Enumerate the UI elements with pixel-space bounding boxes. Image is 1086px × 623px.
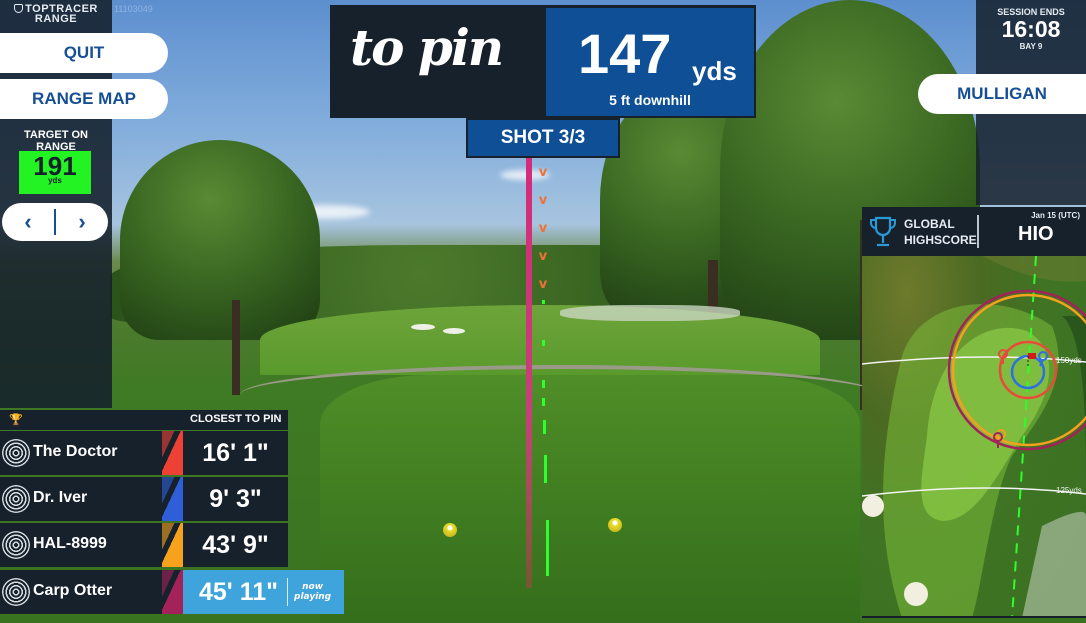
aim-line-dash bbox=[543, 420, 546, 434]
tee-marker-right bbox=[608, 518, 622, 532]
player-name: HAL-8999 bbox=[33, 535, 107, 552]
bunker bbox=[443, 328, 465, 334]
player-name: Dr. Iver bbox=[33, 489, 88, 506]
player-avatar-icon bbox=[2, 531, 30, 559]
now-playing-line1: now bbox=[302, 582, 324, 592]
player-score: 43' 9" bbox=[183, 523, 288, 567]
ball-flight-chevron: v bbox=[538, 277, 548, 292]
ball-flight-chevron: v bbox=[538, 193, 548, 208]
player-score-cell: 45' 11" now playing bbox=[183, 570, 344, 614]
player-color-ribbon bbox=[162, 431, 183, 475]
mode-label: to pin bbox=[350, 18, 504, 77]
leaderboard-row: Dr. Iver 9' 3" bbox=[0, 477, 288, 521]
ball-flight-chevron: v bbox=[538, 221, 548, 236]
player-avatar-icon bbox=[2, 578, 30, 606]
quit-button[interactable]: QUIT bbox=[0, 33, 168, 73]
tee-marker-left bbox=[443, 523, 457, 537]
mulligan-button[interactable]: MULLIGAN bbox=[918, 74, 1086, 114]
leaderboard-title: CLOSEST TO PIN bbox=[190, 413, 282, 425]
distance-unit: yds bbox=[692, 56, 737, 86]
player-score: 16' 1" bbox=[183, 431, 288, 475]
aim-line-dash bbox=[542, 300, 545, 304]
rocky-slope bbox=[560, 305, 740, 321]
highscore-title-line1: GLOBAL bbox=[904, 217, 955, 231]
target-on-range-label: TARGET ON RANGE bbox=[24, 129, 88, 153]
player-name: Carp Otter bbox=[33, 582, 113, 599]
aim-line-dash bbox=[546, 520, 549, 576]
shot-trace-line bbox=[526, 158, 532, 588]
now-playing-badge: now playing bbox=[287, 578, 331, 606]
tee-box bbox=[320, 375, 860, 623]
leaderboard-row: HAL-8999 43' 9" bbox=[0, 523, 288, 567]
session-end-time: 16:08 bbox=[1001, 16, 1061, 42]
player-score: 45' 11" bbox=[199, 577, 278, 606]
player-avatar-icon bbox=[2, 439, 30, 467]
aim-line-dash bbox=[544, 455, 547, 483]
distance-marker-150: 150yds bbox=[1056, 356, 1082, 365]
chevron-right-icon[interactable]: › bbox=[56, 209, 108, 235]
chevron-left-icon[interactable]: ‹ bbox=[2, 209, 54, 235]
logo-text-line2: RANGE bbox=[34, 13, 78, 25]
distance-marker-125: 125yds bbox=[1056, 486, 1082, 495]
trophy-icon bbox=[870, 216, 896, 247]
tree-trunk bbox=[232, 300, 240, 395]
target-distance-unit: yds bbox=[48, 176, 62, 185]
highscore-title-line2: HIGHSCORE bbox=[904, 233, 977, 247]
hole-minimap[interactable]: 150yds 125yds bbox=[862, 256, 1086, 618]
session-id: 11103049 bbox=[114, 4, 153, 14]
shot-counter: SHOT 3/3 bbox=[466, 118, 620, 158]
aim-line-dash bbox=[542, 398, 545, 406]
ribbon-band bbox=[162, 570, 183, 614]
target-distance-badge: 191 yds bbox=[19, 151, 91, 194]
player-color-ribbon bbox=[162, 570, 183, 614]
ball-flight-chevron: v bbox=[538, 249, 548, 264]
trophy-icon: 🏆 bbox=[9, 413, 23, 426]
player-color-ribbon bbox=[162, 523, 183, 567]
aim-line-dash bbox=[542, 380, 545, 388]
shield-icon bbox=[14, 4, 24, 13]
distance-value: 147 bbox=[578, 22, 672, 85]
player-name: The Doctor bbox=[33, 443, 118, 460]
highscore-title: GLOBAL HIGHSCORE bbox=[904, 216, 977, 248]
target-selector: ‹ › bbox=[2, 203, 108, 241]
toptracer-logo: TOPTRACER RANGE bbox=[4, 4, 108, 25]
ribbon-band bbox=[162, 523, 183, 567]
leaderboard-row-active: Carp Otter 45' 11" now playing bbox=[0, 570, 344, 614]
elevation-text: 5 ft downhill bbox=[609, 92, 691, 108]
leaderboard-row: The Doctor 16' 1" bbox=[0, 431, 288, 475]
ribbon-band bbox=[162, 431, 183, 475]
minimap-graphic: 150yds 125yds bbox=[862, 256, 1086, 616]
ball-flight-chevron: v bbox=[538, 165, 548, 180]
ribbon-band bbox=[162, 477, 183, 521]
highscore-date: Jan 15 (UTC) bbox=[1031, 211, 1080, 220]
bay-number: BAY 9 bbox=[1019, 42, 1043, 51]
pin-flag-icon bbox=[1028, 353, 1036, 359]
divider bbox=[977, 215, 979, 248]
now-playing-line2: playing bbox=[294, 592, 332, 602]
ball bbox=[904, 582, 928, 606]
bunker bbox=[411, 324, 435, 330]
highscore-value: HIO bbox=[1018, 223, 1054, 245]
aim-line-dash bbox=[542, 340, 545, 346]
range-map-button[interactable]: RANGE MAP bbox=[0, 79, 168, 119]
player-color-ribbon bbox=[162, 477, 183, 521]
ball bbox=[862, 495, 884, 517]
player-avatar-icon bbox=[2, 485, 30, 513]
player-score: 9' 3" bbox=[183, 477, 288, 521]
tree bbox=[120, 140, 320, 340]
global-highscore-header: GLOBAL HIGHSCORE Jan 15 (UTC) HIO bbox=[862, 207, 1086, 256]
distance-to-pin-box: 147 yds 5 ft downhill bbox=[546, 8, 754, 116]
